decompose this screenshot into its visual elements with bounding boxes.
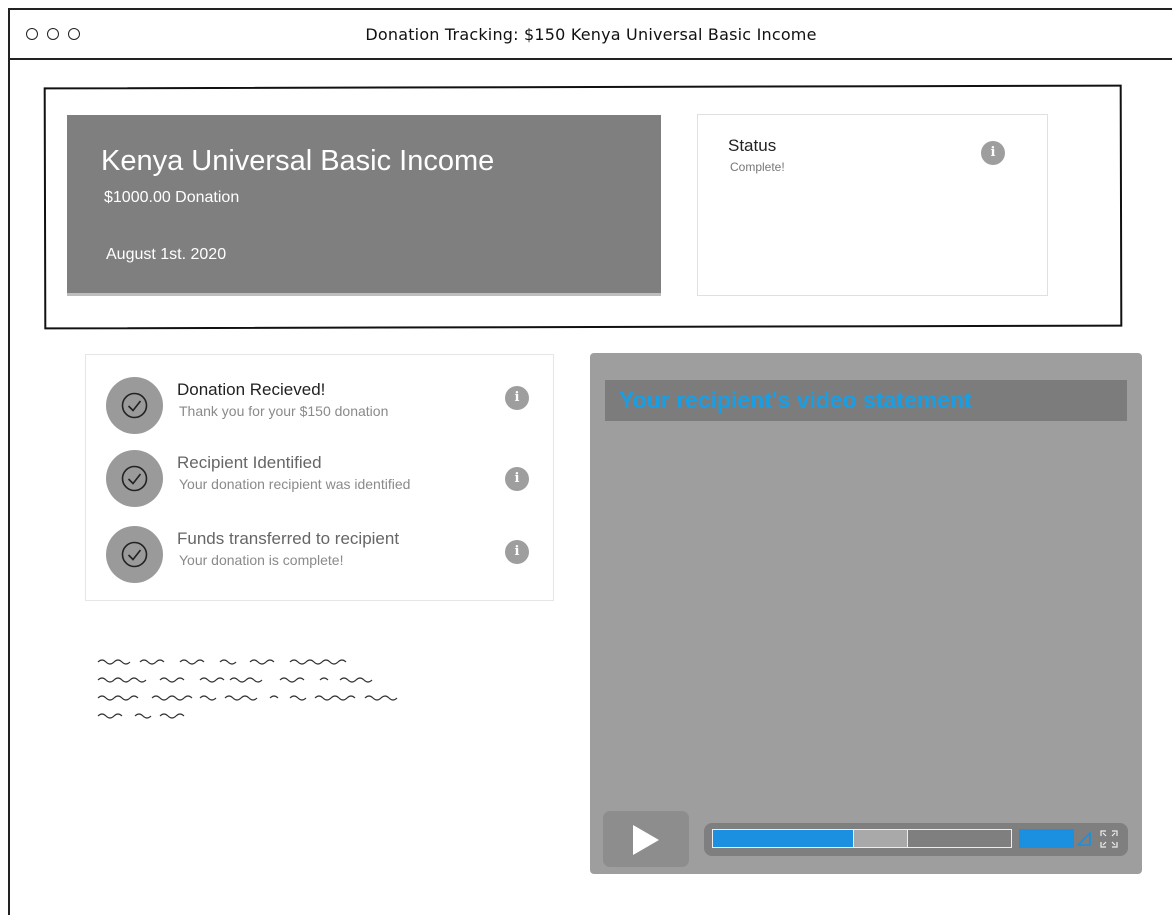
step-title: Recipient Identified [177, 453, 322, 472]
step-subtitle: Your donation is complete! [179, 552, 344, 568]
window-titlebar: Donation Tracking: $150 Kenya Universal … [10, 10, 1172, 60]
status-label: Status [728, 136, 777, 155]
seek-progress [713, 830, 854, 847]
video-player[interactable]: Your recipient's video statement [590, 353, 1142, 874]
step-recipient-identified: Recipient Identified Your donation recip… [106, 450, 546, 510]
step-title: Donation Recieved! [177, 380, 326, 399]
play-button[interactable] [603, 811, 689, 867]
placeholder-scribble-text [90, 652, 460, 727]
check-circle-icon [106, 377, 163, 434]
donation-date: August 1st. 2020 [106, 246, 227, 263]
donation-hero-card: Kenya Universal Basic Income $1000.00 Do… [67, 115, 661, 296]
donation-amount: $1000.00 Donation [104, 189, 240, 206]
info-icon[interactable]: i [505, 467, 529, 491]
seek-bar[interactable] [712, 829, 1012, 848]
info-icon[interactable]: i [981, 141, 1005, 165]
step-donation-received: Donation Recieved! Thank you for your $1… [106, 377, 546, 437]
step-title: Funds transferred to recipient [177, 529, 400, 548]
window-title: Donation Tracking: $150 Kenya Universal … [365, 25, 817, 44]
progress-steps-card: Donation Recieved! Thank you for your $1… [85, 354, 554, 601]
video-title-bar: Your recipient's video statement [605, 380, 1127, 421]
status-value: Complete! [730, 160, 785, 174]
info-icon[interactable]: i [505, 386, 529, 410]
check-circle-icon [106, 526, 163, 583]
play-icon [633, 825, 659, 855]
fullscreen-icon[interactable] [1100, 830, 1118, 848]
video-title: Your recipient's video statement [619, 387, 972, 413]
info-icon[interactable]: i [505, 540, 529, 564]
step-subtitle: Thank you for your $150 donation [179, 403, 389, 419]
volume-slider[interactable] [1019, 829, 1074, 848]
scribble-lines [97, 659, 398, 719]
video-controls [704, 823, 1128, 856]
check-circle-icon [106, 450, 163, 507]
step-subtitle: Your donation recipient was identified [179, 476, 411, 492]
status-card: Status Complete! i [697, 114, 1048, 296]
volume-icon[interactable] [1077, 832, 1091, 846]
step-funds-transferred: Funds transferred to recipient Your dona… [106, 526, 546, 586]
donation-program-title: Kenya Universal Basic Income [101, 145, 495, 177]
